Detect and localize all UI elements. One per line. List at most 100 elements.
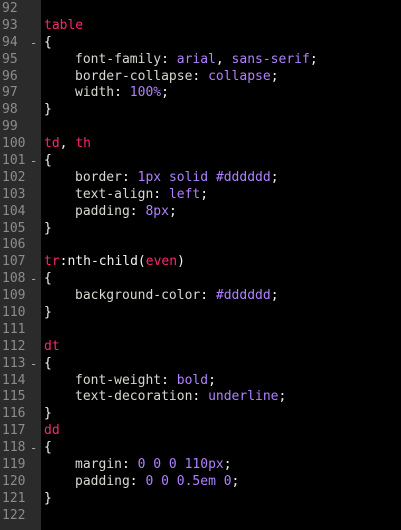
css-value: #dddddd: [215, 169, 271, 185]
code-line[interactable]: [41, 1, 401, 18]
css-selector: dd: [44, 423, 60, 439]
css-property: font-family: [75, 51, 162, 67]
code-area[interactable]: table{font-family: arial, sans-serif; bor…: [41, 0, 401, 530]
css-property: border-collapse: [75, 68, 193, 84]
code-line[interactable]: }: [41, 406, 401, 423]
code-line[interactable]: text-decoration: underline;: [41, 389, 401, 406]
css-value: 8px: [145, 203, 169, 219]
code-line[interactable]: [41, 119, 401, 136]
line-number-text: 115: [2, 389, 26, 405]
code-editor[interactable]: 92 93 94-95 96 97 98 99 100 101-102 103 104 105 106 1…: [0, 0, 401, 530]
line-number-text: 99: [2, 119, 18, 135]
line-number-text: 112: [2, 338, 26, 354]
css-punctuation: ;: [278, 389, 287, 405]
code-line[interactable]: border-collapse: collapse;: [41, 69, 401, 86]
css-value: #dddddd: [215, 288, 271, 304]
code-line[interactable]: background-color: #dddddd;: [41, 288, 401, 305]
code-line[interactable]: {: [41, 153, 401, 170]
code-line[interactable]: td, th: [41, 136, 401, 153]
css-selector: dt: [44, 338, 60, 354]
css-selector: tr: [44, 254, 60, 270]
css-punctuation: :: [153, 186, 169, 202]
code-line[interactable]: font-weight: bold;: [41, 373, 401, 390]
css-value: collapse: [208, 68, 271, 84]
code-line[interactable]: }: [41, 491, 401, 508]
fold-collapse-icon[interactable]: -: [30, 440, 37, 457]
line-number: 119: [0, 457, 41, 474]
code-line[interactable]: }: [41, 102, 401, 119]
line-number-text: 92: [2, 1, 18, 16]
code-line[interactable]: {: [41, 356, 401, 373]
line-number: 114: [0, 373, 41, 390]
code-line[interactable]: [41, 237, 401, 254]
line-number-text: 108: [2, 271, 26, 287]
css-punctuation: }: [44, 305, 52, 321]
css-selector: even: [145, 254, 178, 270]
code-line[interactable]: }: [41, 305, 401, 322]
css-selector: table: [44, 17, 84, 33]
css-value: arial: [176, 51, 216, 67]
css-punctuation: ;: [161, 85, 169, 101]
line-number: 101-: [0, 153, 41, 170]
css-property: width: [75, 85, 115, 101]
line-number-gutter: 92 93 94-95 96 97 98 99 100 101-102 103 104 105 106 1…: [0, 0, 41, 530]
line-number: 100: [0, 136, 41, 153]
code-line[interactable]: padding: 0 0 0.5em 0;: [41, 474, 401, 491]
css-punctuation: {: [44, 440, 52, 456]
css-punctuation: ): [177, 254, 185, 270]
css-punctuation: :: [161, 51, 177, 67]
line-number-text: 93: [2, 17, 18, 33]
code-line[interactable]: dt: [41, 339, 401, 356]
code-line[interactable]: [41, 508, 401, 525]
code-line[interactable]: tr:nth-child(even): [41, 254, 401, 271]
css-punctuation: [208, 170, 216, 185]
css-property: border: [75, 169, 122, 185]
line-number-text: 95: [2, 51, 18, 67]
line-number-text: 116: [2, 406, 26, 422]
code-line[interactable]: margin: 0 0 0 110px;: [41, 457, 401, 474]
code-line[interactable]: dd: [41, 423, 401, 440]
css-punctuation: :: [129, 473, 146, 489]
css-value: 100%: [129, 85, 162, 101]
code-line[interactable]: width: 100%;: [41, 85, 401, 102]
fold-collapse-icon[interactable]: -: [30, 35, 37, 52]
css-punctuation: :: [192, 389, 209, 405]
code-line[interactable]: table: [41, 18, 401, 35]
line-number: 110: [0, 305, 41, 322]
code-line[interactable]: text-align: left;: [41, 187, 401, 204]
line-number-text: 107: [2, 254, 26, 270]
line-number-text: 118: [2, 440, 26, 456]
css-punctuation: ;: [270, 288, 279, 304]
css-punctuation: }: [44, 102, 52, 118]
css-punctuation: [161, 170, 169, 185]
fold-collapse-icon[interactable]: -: [30, 356, 37, 373]
css-value: solid: [168, 169, 209, 185]
line-number: 107: [0, 254, 41, 271]
fold-collapse-icon[interactable]: -: [30, 153, 37, 170]
css-punctuation: }: [44, 490, 52, 506]
css-value: 0 0 0 110px: [137, 457, 224, 473]
line-number-text: 117: [2, 423, 26, 439]
line-number-text: 110: [2, 305, 26, 321]
css-property: text-align: [75, 186, 154, 202]
line-number-text: 113: [2, 355, 26, 371]
line-number: 98: [0, 102, 41, 119]
code-line[interactable]: {: [41, 271, 401, 288]
code-line[interactable]: border: 1px solid #dddddd;: [41, 170, 401, 187]
css-punctuation: :: [114, 85, 130, 101]
css-punctuation: :: [129, 203, 146, 219]
css-punctuation: :nth-child(: [59, 254, 146, 270]
line-number-text: 105: [2, 220, 26, 236]
code-line[interactable]: [41, 322, 401, 339]
code-line[interactable]: font-family: arial, sans-serif;: [41, 52, 401, 69]
code-line[interactable]: padding: 8px;: [41, 204, 401, 221]
code-line[interactable]: {: [41, 440, 401, 457]
css-punctuation: ;: [208, 372, 216, 388]
line-number-text: 100: [2, 136, 26, 152]
line-number: 94-: [0, 35, 41, 52]
code-line[interactable]: }: [41, 221, 401, 238]
line-number-text: 109: [2, 288, 26, 304]
fold-collapse-icon[interactable]: -: [30, 271, 37, 288]
line-number: 121: [0, 491, 41, 508]
code-line[interactable]: {: [41, 35, 401, 52]
